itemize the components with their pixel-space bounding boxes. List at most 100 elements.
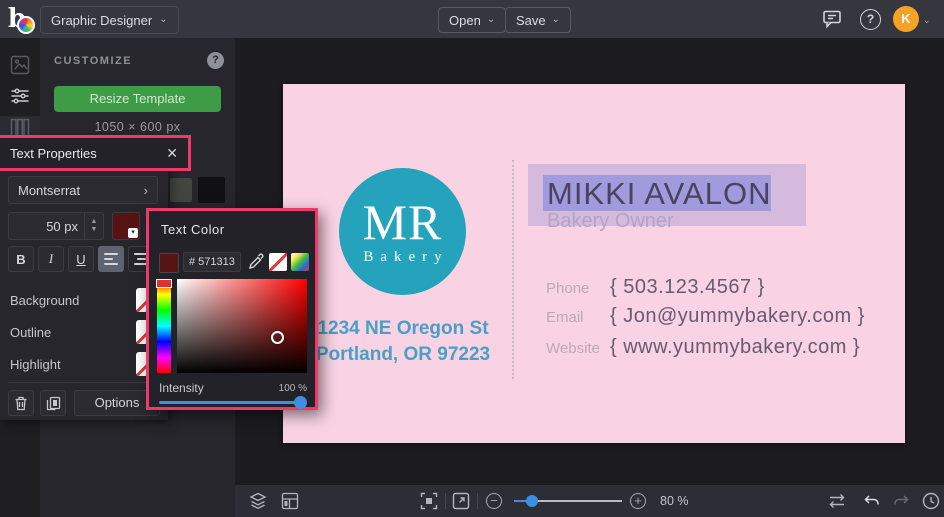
fit-screen-icon[interactable]: [420, 492, 438, 510]
template-dimensions: 1050 × 600 px: [94, 120, 181, 134]
text-color-title: Text Color: [161, 222, 225, 237]
contact-row-phone[interactable]: Phone { 503.123.4567 }: [546, 276, 765, 299]
eyedropper-icon[interactable]: [248, 253, 265, 270]
text-properties-title: Text Properties: [10, 145, 97, 161]
bold-button[interactable]: B: [8, 246, 34, 272]
saturation-value-picker[interactable]: [177, 279, 307, 373]
zoom-slider-handle[interactable]: [526, 495, 538, 507]
app-menu-graphic-designer[interactable]: Graphic Designer ⌄: [40, 6, 179, 34]
contact-row-website[interactable]: Website { www.yummybakery.com }: [546, 336, 860, 359]
layers-icon[interactable]: [249, 492, 267, 510]
phone-value: { 503.123.4567 }: [610, 276, 765, 298]
help-icon[interactable]: ?: [860, 9, 881, 30]
zoom-slider[interactable]: [514, 495, 622, 507]
save-label: Save: [516, 12, 546, 28]
background-label: Background: [10, 293, 80, 308]
graphic-designer-app: b Graphic Designer ⌄ Open ⌄ Save ⌄ ? K ⌄: [0, 0, 944, 517]
text-properties-header: Text Properties ✕: [0, 135, 191, 171]
chevron-right-icon: ›: [143, 182, 148, 198]
save-button[interactable]: Save ⌄: [505, 7, 572, 33]
underline-button[interactable]: U: [68, 246, 94, 272]
compare-icon[interactable]: [826, 492, 848, 510]
address-line-1: 1234 NE Oregon St: [317, 318, 489, 339]
card-logo-sub: Bakery: [363, 248, 449, 265]
history-icon[interactable]: [922, 492, 940, 510]
hex-color-input[interactable]: [183, 252, 241, 272]
card-role-text[interactable]: Bakery Owner: [547, 210, 674, 233]
swatch-dropdown-icon: ▾: [128, 228, 138, 238]
open-button[interactable]: Open ⌄: [438, 7, 507, 33]
palette-swatch[interactable]: [198, 177, 225, 203]
chat-icon[interactable]: [822, 9, 843, 29]
website-label: Website: [546, 340, 600, 357]
avatar-initial: K: [901, 11, 911, 26]
chevron-down-icon: ⌄: [551, 14, 561, 25]
italic-button[interactable]: I: [38, 246, 64, 272]
close-icon[interactable]: ✕: [166, 145, 178, 162]
text-properties-panel: Text Properties ✕ Montserrat › 50 px ▲ ▼…: [0, 135, 191, 420]
resize-template-button[interactable]: Resize Template: [54, 86, 221, 112]
color-wheel-icon: [17, 16, 35, 34]
open-label: Open: [449, 12, 481, 28]
hue-slider-handle[interactable]: [156, 279, 172, 288]
chevron-down-icon: ⌄: [159, 14, 168, 25]
template-manager-icon[interactable]: [281, 492, 299, 510]
font-family-select[interactable]: Montserrat ›: [8, 176, 158, 204]
question-icon[interactable]: ?: [207, 52, 224, 69]
bottom-toolbar: − + 80 %: [235, 485, 944, 517]
email-label: Email: [546, 309, 584, 326]
outline-label: Outline: [10, 325, 52, 340]
chevron-down-icon[interactable]: ⌄: [923, 15, 931, 26]
stepper-down-icon[interactable]: ▼: [91, 226, 98, 234]
current-color-swatch: [159, 253, 179, 273]
font-size-stepper[interactable]: ▲ ▼: [84, 213, 103, 239]
intensity-label: Intensity: [159, 381, 204, 395]
rainbow-swatch-icon[interactable]: [291, 253, 309, 271]
fullscreen-icon[interactable]: [452, 492, 470, 510]
none-color-icon[interactable]: [269, 253, 287, 271]
adjust-sliders-icon[interactable]: [10, 86, 30, 106]
phone-label: Phone: [546, 280, 590, 297]
intensity-slider-handle[interactable]: [294, 396, 307, 409]
email-value: { Jon@yummybakery.com }: [610, 305, 865, 327]
card-dotted-divider: [512, 160, 514, 379]
image-icon[interactable]: [10, 55, 30, 75]
undo-icon[interactable]: [862, 492, 880, 510]
align-left-icon[interactable]: [98, 246, 124, 272]
divider: [8, 382, 160, 383]
canvas-area[interactable]: MR Bakery 1234 NE Oregon St Portland, OR…: [235, 38, 944, 485]
intensity-slider[interactable]: [159, 396, 307, 409]
zoom-out-icon[interactable]: −: [486, 493, 502, 509]
palette-swatch[interactable]: [170, 178, 192, 202]
card-name-text[interactable]: MIKKI AVALON: [547, 176, 771, 212]
divider: [477, 493, 478, 509]
app-menu-label: Graphic Designer: [51, 12, 153, 28]
zoom-in-icon[interactable]: +: [630, 493, 646, 509]
stepper-up-icon[interactable]: ▲: [91, 218, 98, 226]
chevron-down-icon: ⌄: [486, 14, 496, 25]
zoom-percentage: 80 %: [660, 494, 689, 508]
address-line-2: Portland, OR 97223: [315, 344, 491, 366]
saturation-value-handle[interactable]: [271, 331, 284, 344]
redo-icon[interactable]: [893, 492, 911, 510]
highlight-label: Highlight: [10, 357, 61, 372]
font-size-value: 50 px: [46, 218, 78, 234]
business-card[interactable]: MR Bakery 1234 NE Oregon St Portland, OR…: [283, 84, 905, 443]
card-logo-initials: MR: [362, 193, 443, 250]
top-bar: b Graphic Designer ⌄ Open ⌄ Save ⌄ ? K ⌄: [0, 0, 944, 38]
text-color-popup: Text Color Intensity 100 %: [146, 208, 318, 410]
intensity-value: 100 %: [278, 383, 307, 394]
card-address[interactable]: 1234 NE Oregon St Portland, OR 97223: [283, 316, 523, 368]
font-name: Montserrat: [18, 182, 81, 198]
hue-slider[interactable]: [156, 279, 172, 373]
divider: [445, 493, 446, 509]
font-size-input[interactable]: 50 px ▲ ▼: [8, 212, 104, 240]
contact-row-email[interactable]: Email { Jon@yummybakery.com }: [546, 305, 865, 328]
duplicate-icon[interactable]: [40, 390, 66, 416]
befunky-logo[interactable]: b: [8, 4, 36, 34]
trash-icon[interactable]: [8, 390, 34, 416]
text-color-swatch-button[interactable]: ▾: [112, 212, 140, 240]
card-logo-circle[interactable]: MR Bakery: [339, 168, 466, 295]
user-avatar[interactable]: K: [893, 6, 919, 32]
customize-title: CUSTOMIZE: [54, 55, 133, 67]
